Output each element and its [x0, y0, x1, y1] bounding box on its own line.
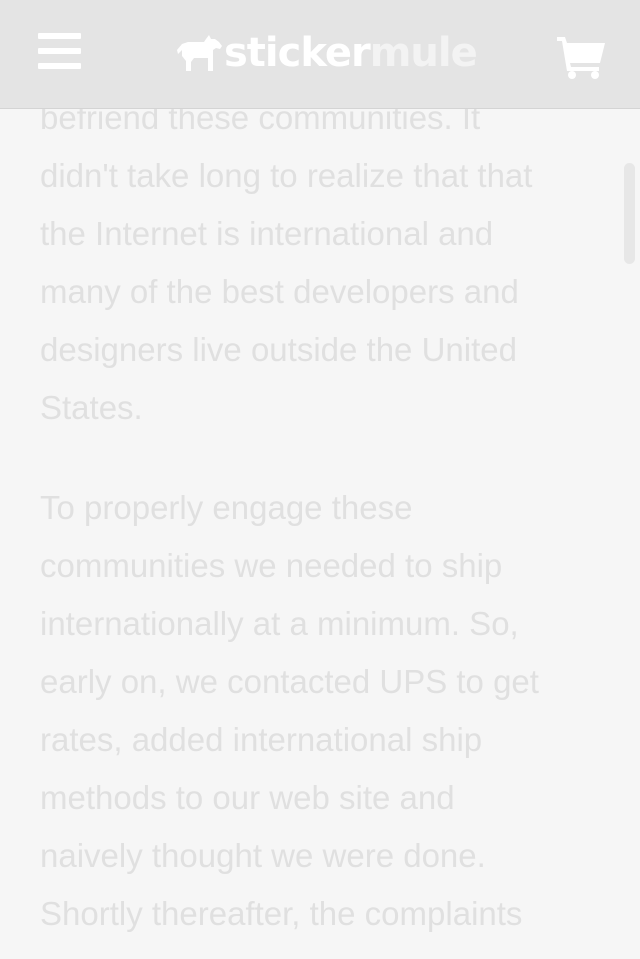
hamburger-menu-icon	[38, 63, 81, 69]
menu-button[interactable]	[31, 28, 87, 78]
paragraph-line: many of the best developers and	[40, 273, 519, 310]
article-paragraph: To properly engage these communities we …	[40, 479, 610, 943]
paragraph-line: designers live outside the United	[40, 331, 517, 368]
scrollbar-thumb[interactable]	[624, 163, 635, 264]
paragraph-line: rates, added international ship	[40, 721, 483, 758]
paragraph-line: internationally at a minimum. So,	[40, 605, 519, 642]
logo-text-mule: mule	[369, 30, 478, 76]
paragraph-line: naively thought we were done.	[40, 837, 486, 874]
paragraph-line: To properly engage these	[40, 489, 413, 526]
paragraph-line: didn't take long to realize that that	[40, 157, 533, 194]
article-paragraph: befriend these communities. It didn't ta…	[40, 89, 610, 437]
paragraph-line: early on, we contacted UPS to get	[40, 663, 539, 700]
paragraph-line: communities we needed to ship	[40, 547, 503, 584]
hamburger-menu-icon	[38, 33, 81, 39]
paragraph-line: methods to our web site and	[40, 779, 455, 816]
paragraph-line: Shortly thereafter, the complaints	[40, 895, 523, 932]
article-body: befriend these communities. It didn't ta…	[40, 89, 610, 943]
stickermule-logo[interactable]: sticker mule	[176, 26, 478, 80]
paragraph-line: States.	[40, 389, 143, 426]
logo-text-sticker: sticker	[224, 30, 371, 76]
hamburger-menu-icon	[38, 48, 81, 54]
cart-button[interactable]	[555, 35, 607, 79]
top-header-bar: sticker mule	[0, 0, 640, 109]
mule-icon	[177, 35, 222, 71]
paragraph-line: the Internet is international and	[40, 215, 494, 252]
shopping-cart-icon	[557, 37, 605, 79]
page: befriend these communities. It didn't ta…	[0, 0, 640, 959]
